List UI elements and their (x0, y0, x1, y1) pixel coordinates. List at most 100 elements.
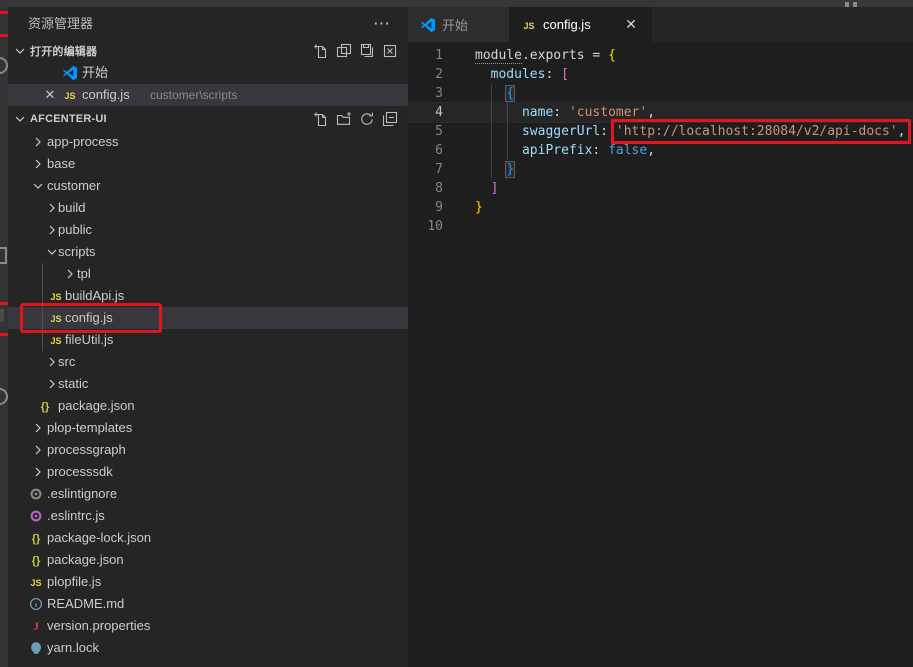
cropped-activity-bar-icon[interactable] (0, 247, 7, 264)
line-number[interactable]: 5 (408, 122, 443, 141)
code-line-3[interactable]: 3 { (408, 84, 913, 103)
refresh-explorer-button[interactable] (359, 111, 375, 127)
collapse-folders-button[interactable] (382, 111, 398, 127)
chevron-right-icon (30, 420, 46, 436)
save-all-button[interactable] (359, 43, 375, 59)
code-line-9[interactable]: 9} (408, 198, 913, 217)
tree-item-version-properties[interactable]: Jversion.properties (8, 615, 408, 637)
new-untitled-file-button[interactable] (313, 43, 329, 59)
file-name: buildApi.js (65, 285, 124, 307)
chevron-right-icon[interactable] (30, 420, 46, 436)
tree-item-processsdk[interactable]: processsdk (8, 461, 408, 483)
tree-item-fileutil-js[interactable]: JSfileUtil.js (8, 329, 408, 351)
tree-item-src[interactable]: src (8, 351, 408, 373)
line-number[interactable]: 6 (408, 141, 443, 160)
chevron-right-icon[interactable] (30, 156, 46, 172)
line-number[interactable]: 10 (408, 217, 443, 236)
explorer-title: 资源管理器 (28, 16, 93, 31)
open-editors-actions (313, 43, 398, 59)
chevron-right-icon[interactable] (30, 442, 46, 458)
workspace-header[interactable]: AFCENTER-UI (8, 106, 408, 131)
line-number[interactable]: 8 (408, 179, 443, 198)
file-name: package-lock.json (47, 527, 151, 549)
code-line-2[interactable]: 2 modules: [ (408, 65, 913, 84)
tree-item-base[interactable]: base (8, 153, 408, 175)
tree-item-buildapi-js[interactable]: JSbuildApi.js (8, 285, 408, 307)
more-actions-icon[interactable]: ⋯ (373, 7, 390, 40)
tree-item-app-process[interactable]: app-process (8, 131, 408, 153)
tab-start[interactable]: 开始 (408, 7, 509, 42)
close-icon[interactable]: ✕ (42, 87, 58, 103)
json-icon: {} (37, 398, 53, 414)
code-line-6[interactable]: 6 apiPrefix: false, (408, 141, 913, 160)
eslint-gray-icon (28, 486, 44, 502)
tree-item-eslintrc-js[interactable]: .eslintrc.js (8, 505, 408, 527)
tree-item-readme-md[interactable]: README.md (8, 593, 408, 615)
cropped-activity-bar-icon[interactable] (0, 309, 4, 322)
json-icon: {} (37, 399, 53, 415)
line-number[interactable]: 1 (408, 46, 443, 65)
code-editor[interactable]: 1module.exports = {2 modules: [3 {4 name… (408, 42, 913, 667)
toggle-editor-layout-button[interactable] (336, 43, 352, 59)
code-line-4[interactable]: 4 name: 'customer', (408, 103, 913, 122)
tree-item-plopfile-js[interactable]: JSplopfile.js (8, 571, 408, 593)
chevron-right-icon[interactable] (30, 134, 46, 150)
code-text: } (475, 160, 514, 179)
file-name: package.json (47, 549, 124, 571)
folder-name: public (58, 219, 92, 241)
new-file-button[interactable] (313, 111, 329, 127)
line-number[interactable]: 3 (408, 84, 443, 103)
folder-name: app-process (47, 131, 119, 153)
line-number[interactable]: 7 (408, 160, 443, 179)
code-line-1[interactable]: 1module.exports = { (408, 46, 913, 65)
tree-item-build[interactable]: build (8, 197, 408, 219)
tree-item-scripts[interactable]: scripts (8, 241, 408, 263)
cropped-activity-bar-icon[interactable] (0, 388, 8, 405)
yarn-icon (28, 640, 44, 656)
vscode-icon (62, 65, 78, 81)
tree-item-customer[interactable]: customer (8, 175, 408, 197)
tab-config-js[interactable]: JSconfig.js✕ (509, 7, 652, 42)
code-line-5[interactable]: 5 swaggerUrl: 'http://localhost:28084/v2… (408, 122, 913, 141)
close-icon[interactable]: ✕ (622, 16, 640, 33)
new-untitled-file-icon (313, 43, 329, 59)
code-line-10[interactable]: 10 (408, 217, 913, 236)
js-icon: JS (48, 288, 64, 304)
chevron-right-icon[interactable] (62, 266, 78, 282)
tree-item-package-lock-json[interactable]: {}package-lock.json (8, 527, 408, 549)
js-icon: JS (48, 333, 64, 349)
open-editors-header[interactable]: 打开的编辑器 (8, 40, 408, 62)
tree-item-tpl[interactable]: tpl (8, 263, 408, 285)
tree-item-public[interactable]: public (8, 219, 408, 241)
line-number[interactable]: 4 (408, 103, 443, 122)
close-all-editors-button[interactable] (382, 43, 398, 59)
code-token (475, 162, 506, 177)
chevron-down-icon[interactable] (30, 178, 46, 194)
new-folder-button[interactable] (336, 111, 352, 127)
cropped-activity-bar-icon[interactable] (0, 57, 8, 74)
line-number[interactable]: 9 (408, 198, 443, 217)
code-token: [ (561, 67, 569, 82)
line-number[interactable]: 2 (408, 65, 443, 84)
code-line-7[interactable]: 7 } (408, 160, 913, 179)
explorer-sidebar: 资源管理器 ⋯ 打开的编辑器 开始✕JSconfig.jscustomer\sc… (8, 7, 408, 667)
code-token: , (647, 105, 655, 120)
open-editor-item-2[interactable]: ✕JSconfig.jscustomer\scripts (8, 84, 408, 106)
tree-item-eslintignore[interactable]: .eslintignore (8, 483, 408, 505)
folder-name: static (58, 373, 88, 395)
tree-item-plop-templates[interactable]: plop-templates (8, 417, 408, 439)
tree-item-package-json[interactable]: {}package.json (8, 549, 408, 571)
tree-item-package-json[interactable]: {}package.json (8, 395, 408, 417)
editor-group: 开始JSconfig.js✕ 1module.exports = {2 modu… (408, 7, 913, 667)
file-name: README.md (47, 593, 124, 615)
tree-item-static[interactable]: static (8, 373, 408, 395)
tree-item-config-js[interactable]: JSconfig.js (8, 307, 408, 329)
chevron-right-icon[interactable] (30, 464, 46, 480)
file-name: plopfile.js (47, 571, 101, 593)
tree-item-processgraph[interactable]: processgraph (8, 439, 408, 461)
info-icon (28, 596, 44, 612)
open-editor-item-1[interactable]: 开始 (8, 62, 408, 84)
js-icon: JS (62, 87, 78, 103)
code-line-8[interactable]: 8 ] (408, 179, 913, 198)
tree-item-yarn-lock[interactable]: yarn.lock (8, 637, 408, 659)
